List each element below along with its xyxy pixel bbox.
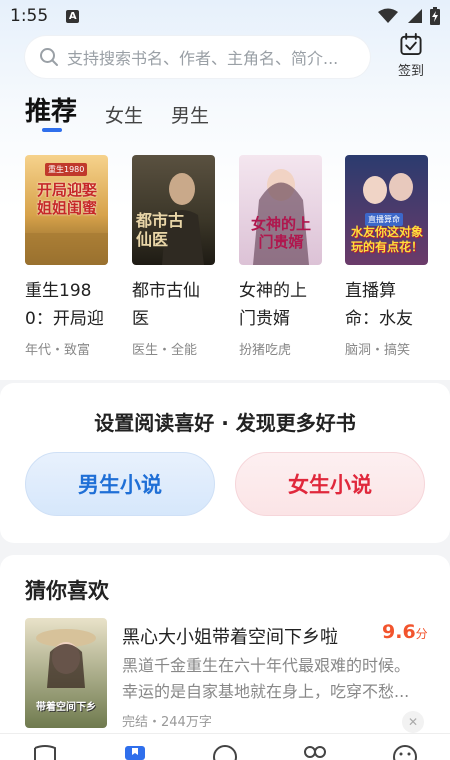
nav-item-profile[interactable] — [360, 734, 450, 760]
nav-item-store[interactable] — [90, 734, 180, 760]
book-tags: 扮猪吃虎 — [239, 343, 292, 358]
cover-title: 都市古仙医 — [136, 211, 185, 249]
cover-title: 带着空间下乡 — [36, 702, 96, 713]
calendar-check-icon — [400, 33, 422, 56]
reading-preference-card: 设置阅读喜好 · 发现更多好书 男生小说 女生小说 — [0, 383, 450, 543]
nav-item-discover[interactable] — [180, 734, 270, 760]
nav-item-category[interactable] — [270, 734, 360, 760]
search-placeholder: 支持搜索书名、作者、主角名、简介... — [67, 49, 339, 68]
search-icon — [40, 48, 58, 66]
battery-icon — [430, 7, 440, 25]
book-cover: 直播算命 水友你这对象玩的有点花！ — [345, 155, 428, 265]
grid-icon — [304, 746, 326, 758]
cover-title: 女神的上门贵婿 — [250, 215, 311, 251]
nav-item-bookshelf[interactable] — [0, 734, 90, 760]
guess-you-like-card: 猜你喜欢 带着空间下乡 黑心大小姐带着空间下乡啦 9.6分 黑道千金重生在六十年… — [0, 555, 450, 760]
cover-title: 水友你这对象玩的有点花！ — [350, 225, 423, 254]
score-value: 9.6 — [382, 621, 416, 643]
wifi-icon — [378, 8, 398, 23]
book-title: 直播算命：水友 — [345, 281, 413, 329]
bookshelf-icon — [34, 745, 56, 760]
signin-button[interactable]: 签到 — [388, 33, 434, 79]
female-novel-button[interactable]: 女生小说 — [235, 452, 425, 516]
cover-title: 开局迎娶姐姐闺蜜 — [36, 181, 97, 217]
book-cover: 都市古仙医 — [132, 155, 215, 265]
book-title: 重生1980：开局迎娶姐姐闺蜜 — [25, 281, 104, 329]
book-title[interactable]: 黑心大小姐带着空间下乡啦 — [122, 623, 338, 649]
preference-title: 设置阅读喜好 · 发现更多好书 — [94, 411, 356, 435]
status-bar: 1:55 A — [0, 0, 450, 32]
tab-male[interactable]: 男生 — [171, 101, 209, 136]
male-novel-button[interactable]: 男生小说 — [25, 452, 215, 516]
book-title: 女神的上门贵婿 — [239, 281, 307, 329]
recommend-book-list: 重生1980 开局迎娶姐姐闺蜜 重生1980：开局迎娶姐姐闺蜜 年代・致富 都市… — [25, 155, 445, 358]
tab-female[interactable]: 女生 — [105, 101, 143, 136]
cover-badge: 重生1980 — [45, 163, 88, 176]
book-card[interactable]: 直播算命 水友你这对象玩的有点花！ 直播算命：水友 脑洞・搞笑 — [345, 155, 428, 358]
book-tags: 年代・致富 — [25, 343, 91, 358]
book-score: 9.6分 — [382, 621, 428, 643]
book-cover[interactable]: 带着空间下乡 — [25, 618, 107, 728]
close-icon[interactable]: ✕ — [402, 711, 424, 733]
book-description: 黑道千金重生在六十年代最艰难的时候。幸运的是自家基地就在身上，吃穿不愁... — [122, 656, 411, 701]
book-tags: 脑洞・搞笑 — [345, 343, 411, 358]
book-cover: 女神的上门贵婿 — [239, 155, 322, 265]
search-input[interactable]: 支持搜索书名、作者、主角名、简介... — [25, 36, 370, 78]
book-meta: 完结・244万字 — [122, 715, 212, 730]
status-time: 1:55 — [10, 6, 49, 26]
bottom-nav — [0, 733, 450, 760]
signal-icon — [408, 9, 422, 23]
score-unit: 分 — [415, 627, 428, 641]
book-cover: 重生1980 开局迎娶姐姐闺蜜 — [25, 155, 108, 265]
notification-icon: A — [66, 9, 80, 23]
book-card[interactable]: 都市古仙医 都市古仙医 医生・全能 — [132, 155, 215, 358]
book-card[interactable]: 女神的上门贵婿 女神的上门贵婿 扮猪吃虎 — [239, 155, 322, 358]
bookmark-icon — [125, 746, 145, 760]
tab-indicator — [42, 128, 62, 132]
section-title: 猜你喜欢 — [25, 579, 109, 603]
book-title: 都市古仙医 — [132, 281, 200, 329]
book-tags: 医生・全能 — [132, 343, 198, 358]
book-card[interactable]: 重生1980 开局迎娶姐姐闺蜜 重生1980：开局迎娶姐姐闺蜜 年代・致富 — [25, 155, 108, 358]
signin-label: 签到 — [397, 64, 424, 79]
compass-icon — [213, 745, 237, 760]
smiley-icon — [393, 745, 417, 760]
